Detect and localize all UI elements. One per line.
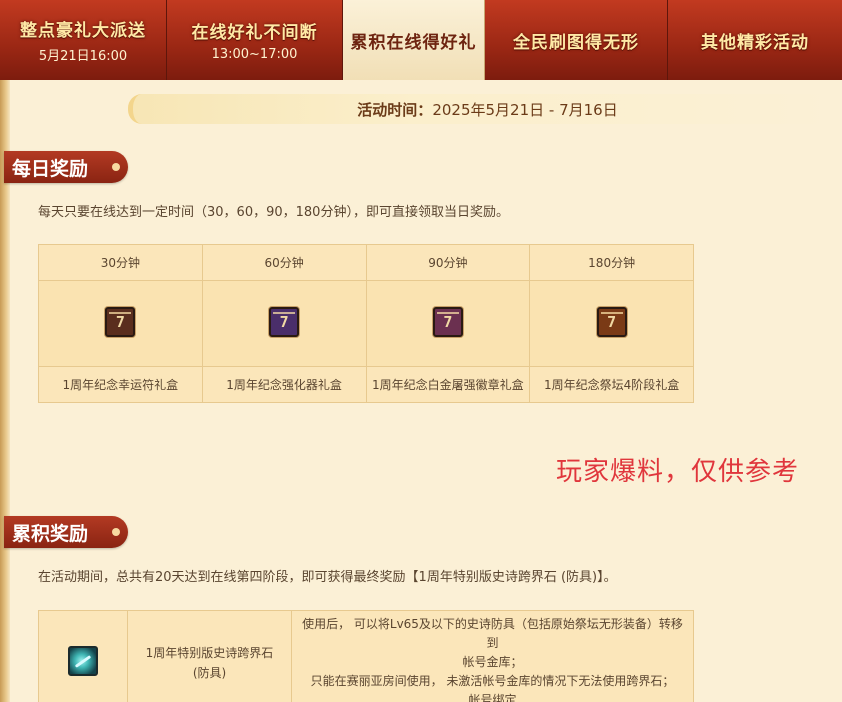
reward-time: 180分钟 bbox=[529, 244, 694, 281]
daily-rewards-header: 每日奖励 bbox=[4, 151, 128, 183]
tab-title: 其他精彩活动 bbox=[701, 32, 809, 53]
reward-name: 1周年纪念强化器礼盒 bbox=[201, 366, 367, 403]
cumulative-rewards-header: 累积奖励 bbox=[4, 516, 128, 548]
reward-name: 1周年纪念白金屠强徽章礼盒 bbox=[365, 366, 531, 403]
gift-box-icon[interactable] bbox=[105, 307, 136, 337]
activity-time-label: 活动时间： bbox=[357, 100, 433, 119]
cumulative-reward-table: 1周年特别版史诗跨界石 (防具) 使用后， 可以将Lv65及以下的史诗防具（包括… bbox=[38, 610, 694, 702]
gift-box-icon[interactable] bbox=[269, 307, 300, 337]
gift-box-icon[interactable] bbox=[432, 307, 463, 337]
gift-box-icon[interactable] bbox=[596, 307, 627, 337]
tab-title: 整点豪礼大派送 bbox=[20, 21, 146, 41]
watermark-text: 玩家爆料，仅供参考 bbox=[556, 457, 800, 487]
final-reward-name-suffix: (防具) bbox=[192, 665, 227, 680]
reward-time: 60分钟 bbox=[201, 244, 367, 281]
header-dot-icon bbox=[112, 528, 120, 536]
tab-subtitle: 13:00~17:00 bbox=[211, 47, 298, 62]
daily-rewards-desc: 每天只要在线达到一定时间（30，60，90，180分钟），即可直接领取当日奖励。 bbox=[38, 205, 509, 220]
crossing-stone-icon[interactable] bbox=[68, 646, 98, 676]
tab-title: 全民刷图得无形 bbox=[513, 32, 639, 53]
tab-title: 在线好礼不间断 bbox=[191, 23, 318, 43]
tab-other-events[interactable]: 其他精彩活动 bbox=[668, 0, 842, 80]
daily-rewards-title: 每日奖励 bbox=[12, 157, 89, 180]
tab-title: 累积在线得好礼 bbox=[350, 32, 477, 53]
activity-time-banner: 活动时间： 2025年5月21日 - 7月16日 bbox=[128, 94, 842, 124]
final-reward-desc-line: 使用后， 可以将Lv65及以下的史诗防具（包括原始祭坛无形装备）转移到 bbox=[302, 617, 683, 650]
tab-cumulative-online[interactable]: 累积在线得好礼 bbox=[343, 0, 485, 80]
cumulative-rewards-desc: 在活动期间，总共有20天达到在线第四阶段，即可获得最终奖励【1周年特别版史诗跨界… bbox=[38, 570, 617, 585]
reward-time: 90分钟 bbox=[365, 244, 531, 281]
reward-name: 1周年纪念幸运符礼盒 bbox=[38, 366, 203, 403]
tab-online-gifts[interactable]: 在线好礼不间断 13:00~17:00 bbox=[167, 0, 343, 80]
reward-name: 1周年纪念祭坛4阶段礼盒 bbox=[529, 366, 694, 403]
final-reward-desc-line: 帐号金库； bbox=[462, 655, 523, 669]
daily-rewards-table: 30分钟 60分钟 90分钟 180分钟 1周年纪念幸运符礼盒 1周年纪念强化器… bbox=[38, 244, 694, 403]
activity-time-value: 2025年5月21日 - 7月16日 bbox=[432, 100, 618, 119]
reward-time: 30分钟 bbox=[38, 244, 203, 281]
tab-subtitle: 5月21日16:00 bbox=[38, 49, 128, 64]
tab-hourly-gifts[interactable]: 整点豪礼大派送 5月21日16:00 bbox=[0, 0, 167, 80]
activity-tabs: 整点豪礼大派送 5月21日16:00 在线好礼不间断 13:00~17:00 累… bbox=[0, 0, 842, 80]
header-dot-icon bbox=[112, 163, 120, 171]
final-reward-desc-line: 帐号绑定 bbox=[468, 693, 517, 702]
final-reward-name: 1周年特别版史诗跨界石 bbox=[145, 645, 274, 660]
final-reward-desc-line: 只能在赛丽亚房间使用， 未激活帐号金库的情况下无法使用跨界石； bbox=[310, 674, 675, 688]
tab-dungeon-invisible[interactable]: 全民刷图得无形 bbox=[485, 0, 668, 80]
cumulative-rewards-title: 累积奖励 bbox=[12, 522, 89, 545]
